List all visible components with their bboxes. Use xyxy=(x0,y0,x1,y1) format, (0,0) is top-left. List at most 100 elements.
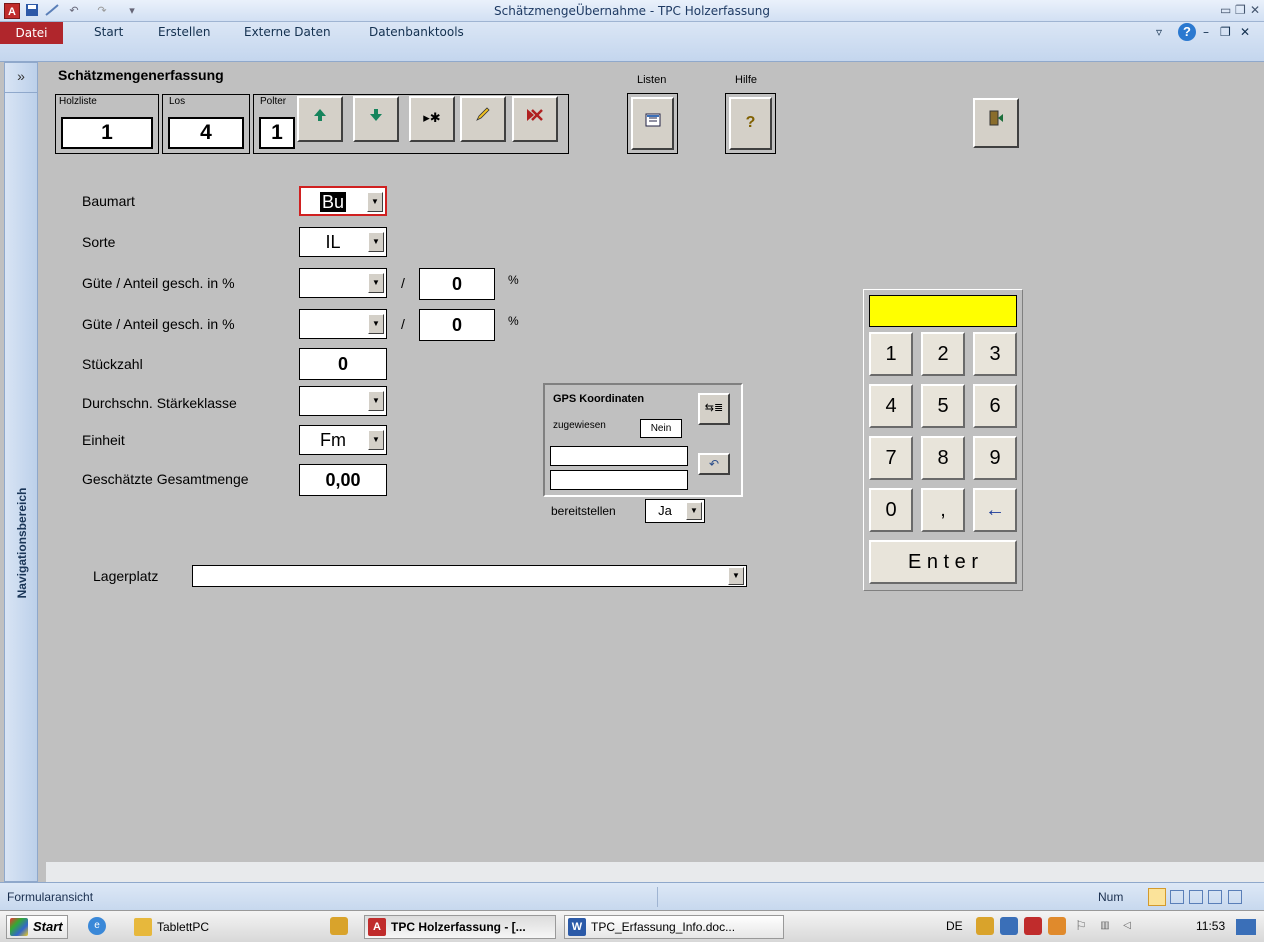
polter-label: Polter xyxy=(260,96,287,107)
guete1-anteil-field[interactable]: 0 xyxy=(419,268,495,300)
listen-button[interactable] xyxy=(631,97,674,150)
previous-record-button[interactable] xyxy=(297,96,343,142)
taskbar-item-word-doc[interactable]: W TPC_Erfassung_Info.doc... xyxy=(564,915,784,939)
key-6[interactable]: 6 xyxy=(973,384,1017,428)
lagerplatz-combo[interactable]: ▼ xyxy=(192,565,747,587)
polter-field[interactable]: 1 xyxy=(259,117,295,149)
internet-explorer-icon[interactable]: e xyxy=(88,917,106,935)
los-field[interactable]: 4 xyxy=(168,117,244,149)
key-8[interactable]: 8 xyxy=(921,436,965,480)
holzliste-field[interactable]: 1 xyxy=(61,117,153,149)
start-button[interactable]: Start xyxy=(6,915,68,939)
chevron-down-icon[interactable]: ▼ xyxy=(368,314,384,334)
hilfe-button[interactable]: ? xyxy=(729,97,772,150)
key-3[interactable]: 3 xyxy=(973,332,1017,376)
key-comma[interactable]: , xyxy=(921,488,965,532)
tab-datei[interactable]: Datei xyxy=(0,22,63,44)
windows-taskbar: Start e TablettPC A TPC Holzerfassung - [… xyxy=(0,910,1264,942)
minimize-icon[interactable]: ▭ xyxy=(1220,3,1231,17)
close-icon[interactable]: ✕ xyxy=(1250,3,1260,17)
tray-app-icon[interactable] xyxy=(976,917,994,935)
guete1-combo[interactable]: ▼ xyxy=(299,268,387,298)
gesamtmenge-field[interactable]: 0,00 xyxy=(299,464,387,496)
minimize-ribbon-icon[interactable]: ▿ xyxy=(1156,25,1162,39)
sorte-combo[interactable]: IL ▼ xyxy=(299,227,387,257)
gps-coord2-field[interactable] xyxy=(550,470,688,490)
edit-record-button[interactable] xyxy=(460,96,506,142)
key-5[interactable]: 5 xyxy=(921,384,965,428)
key-4[interactable]: 4 xyxy=(869,384,913,428)
flag-icon[interactable]: ⚐ xyxy=(1072,917,1090,935)
language-indicator[interactable]: DE xyxy=(946,919,963,933)
key-0[interactable]: 0 xyxy=(869,488,913,532)
tray-device-icon[interactable]: ▥ xyxy=(1096,917,1114,935)
einheit-combo[interactable]: Fm ▼ xyxy=(299,425,387,455)
tab-datenbanktools[interactable]: Datenbanktools xyxy=(369,25,464,39)
form-view-icon[interactable] xyxy=(1148,888,1166,906)
nav-toggle-button[interactable]: » xyxy=(5,63,37,93)
holzliste-frame: Holzliste 1 xyxy=(55,94,159,154)
gesamtmenge-label: Geschätzte Gesamtmenge xyxy=(82,471,249,487)
staerkeklasse-value xyxy=(300,387,366,415)
taskbar-item-tablettpc[interactable]: TablettPC xyxy=(130,915,250,939)
key-backspace-icon[interactable]: ← xyxy=(973,488,1017,532)
guete2-combo[interactable]: ▼ xyxy=(299,309,387,339)
guete2-anteil-field[interactable]: 0 xyxy=(419,309,495,341)
stueckzahl-field[interactable]: 0 xyxy=(299,348,387,380)
enter-button[interactable]: E n t e r xyxy=(869,540,1017,584)
delete-record-button[interactable] xyxy=(512,96,558,142)
key-1[interactable]: 1 xyxy=(869,332,913,376)
taskbar-item-tablettpc-label: TablettPC xyxy=(157,920,210,934)
gps-coord1-field[interactable] xyxy=(550,446,688,466)
chevron-down-icon[interactable]: ▼ xyxy=(686,502,702,520)
arrow-up-icon xyxy=(314,109,326,121)
guete1-unit: % xyxy=(508,273,519,287)
delete-record-icon xyxy=(527,109,543,121)
exit-door-icon xyxy=(989,110,1003,126)
quicklaunch-icon[interactable] xyxy=(330,917,348,935)
chevron-down-icon[interactable]: ▼ xyxy=(728,567,744,585)
bereitstellen-combo[interactable]: Ja ▼ xyxy=(645,499,705,523)
tab-start[interactable]: Start xyxy=(94,25,123,39)
next-record-button[interactable] xyxy=(353,96,399,142)
doc-close-icon[interactable]: ✕ xyxy=(1240,25,1250,39)
guete1-label: Güte / Anteil gesch. in % xyxy=(82,275,235,291)
show-desktop-icon[interactable] xyxy=(1236,919,1256,935)
staerkeklasse-combo[interactable]: ▼ xyxy=(299,386,387,416)
doc-minimize-icon[interactable]: – xyxy=(1203,25,1209,39)
pencil-icon xyxy=(476,107,490,121)
access-icon: A xyxy=(368,918,386,936)
key-9[interactable]: 9 xyxy=(973,436,1017,480)
chevron-down-icon[interactable]: ▼ xyxy=(367,192,383,212)
restore-icon[interactable]: ❐ xyxy=(1235,3,1246,17)
pivot-chart-view-icon[interactable] xyxy=(1208,890,1222,904)
key-2[interactable]: 2 xyxy=(921,332,965,376)
doc-restore-icon[interactable]: ❐ xyxy=(1220,25,1231,39)
acrobat-icon[interactable] xyxy=(1024,917,1042,935)
pivot-table-view-icon[interactable] xyxy=(1189,890,1203,904)
datasheet-view-icon[interactable] xyxy=(1170,890,1184,904)
gps-undo-button[interactable]: ↶ xyxy=(698,453,730,475)
key-7[interactable]: 7 xyxy=(869,436,913,480)
nav-pane-label[interactable]: Navigationsbereich xyxy=(15,443,35,643)
tray-pen-icon[interactable] xyxy=(1048,917,1066,935)
taskbar-item-tpc-holzerfassung[interactable]: A TPC Holzerfassung - [... xyxy=(364,915,556,939)
baumart-combo[interactable]: Bu ▼ xyxy=(299,186,387,216)
gps-zugewiesen-field[interactable]: Nein xyxy=(640,419,682,438)
tray-network-icon[interactable] xyxy=(1000,917,1018,935)
design-view-icon[interactable] xyxy=(1228,890,1242,904)
chevron-down-icon[interactable]: ▼ xyxy=(368,430,384,450)
volume-icon[interactable]: ◁ xyxy=(1118,917,1136,935)
lagerplatz-label: Lagerplatz xyxy=(93,568,159,584)
chevron-down-icon[interactable]: ▼ xyxy=(368,391,384,411)
chevron-down-icon[interactable]: ▼ xyxy=(368,232,384,252)
help-icon[interactable]: ? xyxy=(1178,23,1196,41)
guete2-value xyxy=(300,310,366,338)
chevron-down-icon[interactable]: ▼ xyxy=(368,273,384,293)
gps-assign-button[interactable]: ⇆≣ xyxy=(698,393,730,425)
tab-erstellen[interactable]: Erstellen xyxy=(158,25,211,39)
new-record-button[interactable]: ▸✱ xyxy=(409,96,455,142)
gps-zugewiesen-label: zugewiesen xyxy=(553,420,606,431)
tab-externe-daten[interactable]: Externe Daten xyxy=(244,25,331,39)
exit-button[interactable] xyxy=(973,98,1019,148)
